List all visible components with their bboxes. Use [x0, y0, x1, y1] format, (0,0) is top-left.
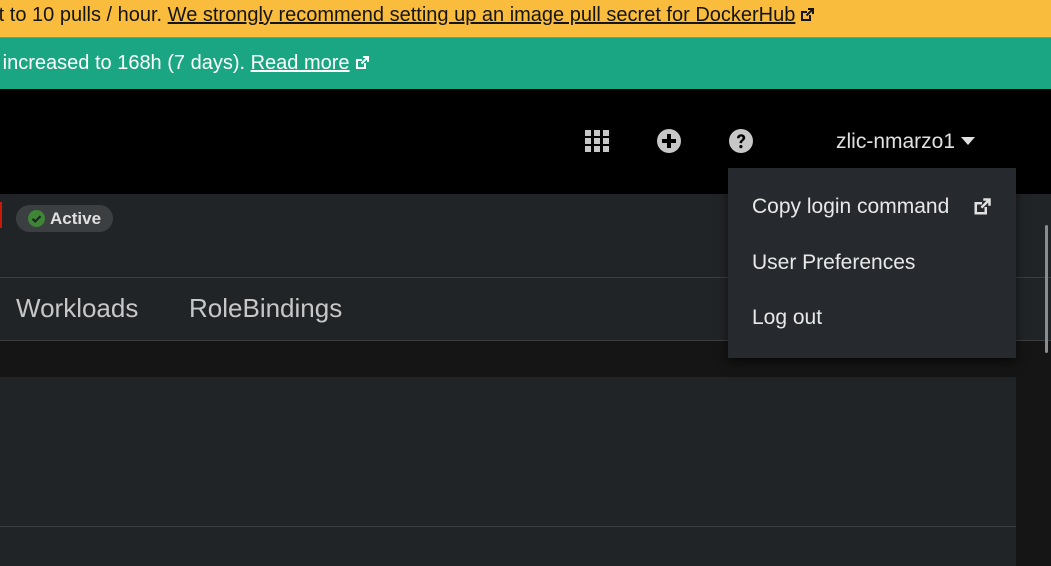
dockerhub-pull-secret-link[interactable]: We strongly recommend setting up an imag… — [168, 4, 816, 26]
help-icon[interactable] — [728, 128, 754, 159]
user-preferences-item[interactable]: User Preferences — [728, 239, 1016, 287]
tab-rolebindings[interactable]: RoleBindings — [189, 290, 342, 326]
check-circle-icon — [28, 210, 45, 227]
content-card — [0, 377, 1016, 566]
add-icon[interactable] — [656, 128, 682, 159]
external-link-icon — [355, 56, 369, 69]
page-gutter — [1016, 377, 1051, 566]
project-badge-edge — [0, 202, 2, 228]
user-preferences-label: User Preferences — [752, 251, 916, 274]
external-link-icon — [974, 198, 991, 215]
log-out-label: Log out — [752, 306, 823, 329]
user-dropdown-menu: Copy login command User Preferences Log … — [728, 168, 1016, 358]
caret-down-icon — [961, 137, 976, 145]
tab-workloads[interactable]: Workloads — [16, 290, 138, 326]
user-menu-toggle[interactable]: zlic-nmarzo1 — [836, 128, 976, 156]
external-link-icon — [801, 8, 815, 21]
dockerhub-warning-banner: e limit to 10 pulls / hour. We strongly … — [0, 0, 1051, 38]
retention-info-banner: n increased to 168h (7 days). Read more — [0, 38, 1051, 89]
status-badge: Active — [16, 205, 114, 232]
log-out-item[interactable]: Log out — [728, 294, 1016, 342]
card-divider — [0, 526, 1016, 527]
copy-login-command-item[interactable]: Copy login command — [728, 183, 1016, 231]
info-banner-text: n increased to 168h (7 days). — [0, 52, 251, 74]
read-more-link[interactable]: Read more — [251, 52, 370, 74]
scrollbar-thumb[interactable] — [1045, 225, 1048, 353]
console-window: e limit to 10 pulls / hour. We strongly … — [0, 0, 1051, 566]
status-label: Active — [50, 209, 102, 228]
copy-login-command-label: Copy login command — [752, 195, 950, 218]
username: zlic-nmarzo1 — [836, 130, 956, 153]
app-launcher-icon[interactable] — [584, 128, 610, 159]
warning-banner-text: e limit to 10 pulls / hour. — [0, 4, 163, 26]
